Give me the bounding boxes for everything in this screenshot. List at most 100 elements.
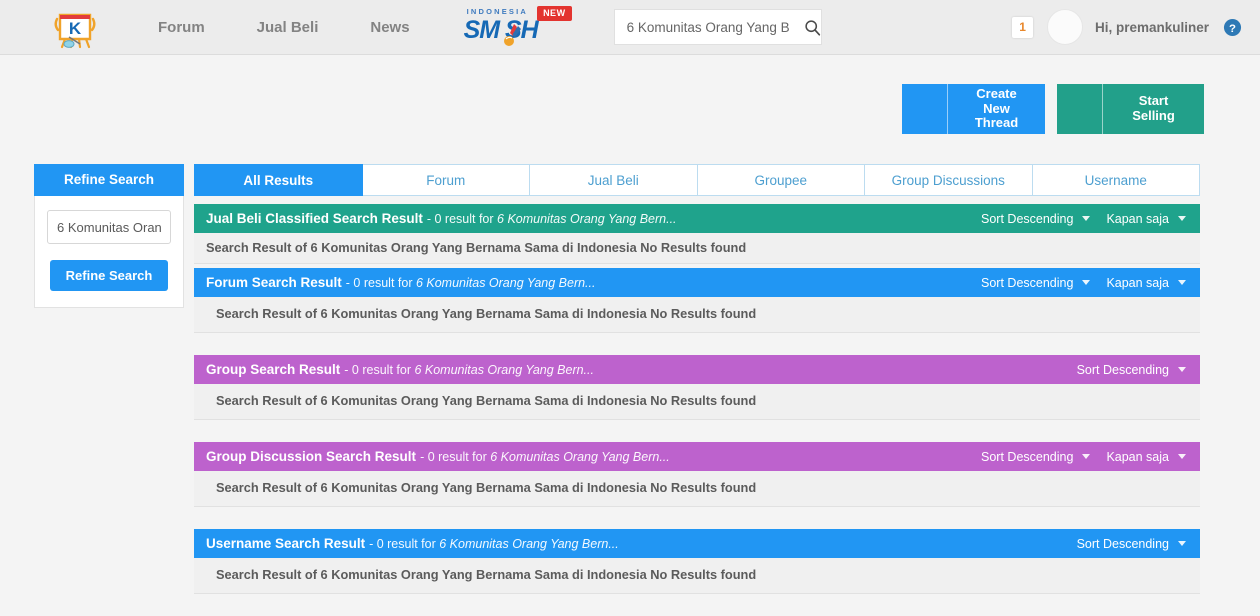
user-greeting[interactable]: Hi, premankuliner: [1095, 20, 1209, 35]
refine-search-header[interactable]: Refine Search: [34, 164, 184, 196]
sort-dropdown-label: Sort Descending: [1076, 362, 1169, 377]
time-filter-dropdown[interactable]: Kapan saja: [1100, 210, 1192, 228]
sort-dropdown-label: Sort Descending: [981, 275, 1074, 290]
time-filter-dropdown[interactable]: Kapan saja: [1100, 448, 1192, 466]
smash-indonesia-label: INDONESIA: [466, 7, 529, 16]
shuttlecock-icon: [503, 24, 521, 46]
tab-group-discussions[interactable]: Group Discussions: [865, 164, 1033, 196]
search-icon[interactable]: [804, 19, 821, 36]
result-body-text: Search Result of 6 Komunitas Orang Yang …: [194, 471, 1200, 507]
result-block: Username Search Result - 0 result for 6 K…: [194, 529, 1200, 594]
result-controls: Sort Descending Kapan saja: [975, 448, 1192, 466]
refine-search-button[interactable]: Refine Search: [49, 260, 169, 291]
chevron-down-icon: [1178, 367, 1186, 372]
result-query-text: 6 Komunitas Orang Yang Bern...: [414, 362, 594, 377]
result-count-prefix: - 0 result for: [426, 211, 498, 226]
result-header: Jual Beli Classified Search Result - 0 re…: [194, 204, 1200, 233]
svg-text:K: K: [69, 19, 82, 38]
time-filter-dropdown[interactable]: Kapan saja: [1100, 274, 1192, 292]
header-search-box[interactable]: [613, 9, 822, 45]
tab-jual-beli[interactable]: Jual Beli: [530, 164, 698, 196]
time-filter-dropdown-label: Kapan saja: [1106, 275, 1169, 290]
result-spacer: [194, 424, 1200, 442]
result-count-prefix: - 0 result for: [420, 449, 491, 464]
result-title: Jual Beli Classified Search Result: [206, 211, 423, 226]
sort-dropdown-label: Sort Descending: [981, 449, 1074, 464]
create-thread-icon: [902, 84, 948, 134]
result-spacer: [194, 337, 1200, 355]
result-query-text: 6 Komunitas Orang Yang Bern...: [490, 449, 670, 464]
result-block: Forum Search Result - 0 result for 6 Komu…: [194, 268, 1200, 333]
result-controls: Sort Descending: [1071, 535, 1192, 553]
chevron-down-icon: [1178, 541, 1186, 546]
sort-dropdown[interactable]: Sort Descending: [975, 274, 1096, 292]
sort-dropdown-label: Sort Descending: [1076, 536, 1169, 551]
sort-dropdown[interactable]: Sort Descending: [975, 448, 1096, 466]
refine-search-body: Refine Search: [34, 196, 184, 308]
result-count-label: - 0 result for 6 Komunitas Orang Yang Be…: [344, 363, 594, 377]
site-header: K Forum Jual Beli News INDONESIA SM SH N…: [0, 0, 1260, 55]
page-body: Refine Search Refine Search All ResultsF…: [0, 164, 1260, 616]
search-results-main: All Results Forum Jual Beli Groupee Group Di…: [194, 164, 1200, 616]
create-thread-label: Create New Thread: [974, 85, 1019, 131]
sort-dropdown[interactable]: Sort Descending: [1071, 535, 1192, 553]
result-count-label: - 0 result for 6 Komunitas Orang Yang Be…: [346, 276, 596, 290]
result-count-label: - 0 result for 6 Komunitas Orang Yang Be…: [369, 537, 619, 551]
chevron-down-icon: [1178, 216, 1186, 221]
result-controls: Sort Descending: [1071, 361, 1192, 379]
time-filter-dropdown-label: Kapan saja: [1106, 211, 1169, 226]
question-mark-icon[interactable]: ?: [1223, 18, 1242, 37]
result-controls: Sort Descending Kapan saja: [975, 210, 1192, 228]
tab-all-results[interactable]: All Results: [194, 164, 363, 196]
result-count-prefix: - 0 result for: [345, 275, 416, 290]
action-buttons: Create New Thread Start Selling: [902, 84, 1204, 134]
result-body-text: Search Result of 6 Komunitas Orang Yang …: [194, 384, 1200, 420]
tab-forum[interactable]: Forum: [362, 164, 530, 196]
result-query-text: 6 Komunitas Orang Yang Bern...: [497, 211, 677, 226]
result-block: Group Search Result - 0 result for 6 Komu…: [194, 355, 1200, 420]
chevron-down-icon: [1178, 454, 1186, 459]
sort-dropdown[interactable]: Sort Descending: [975, 210, 1096, 228]
new-badge: NEW: [537, 6, 572, 21]
result-body-text: Search Result of 6 Komunitas Orang Yang …: [194, 558, 1200, 594]
result-title: Username Search Result: [206, 536, 366, 551]
results-list: Jual Beli Classified Search Result - 0 re…: [194, 204, 1200, 616]
result-count-prefix: - 0 result for: [344, 362, 415, 377]
create-new-thread-button[interactable]: Create New Thread: [902, 84, 1045, 134]
result-block: Group Discussion Search Result - 0 result…: [194, 442, 1200, 507]
refine-search-input[interactable]: [47, 210, 171, 244]
sort-dropdown-label: Sort Descending: [981, 211, 1074, 226]
result-header: Username Search Result - 0 result for 6 K…: [194, 529, 1200, 558]
header-user-area: 1 Hi, premankuliner ?: [1012, 9, 1242, 45]
result-header: Group Search Result - 0 result for 6 Komu…: [194, 355, 1200, 384]
nav-item-forum[interactable]: Forum: [132, 0, 231, 55]
refine-search-sidebar: Refine Search Refine Search: [34, 164, 184, 308]
result-title: Group Discussion Search Result: [206, 449, 417, 464]
result-body-text: Search Result of 6 Komunitas Orang Yang …: [194, 233, 1200, 264]
avatar[interactable]: [1046, 9, 1083, 45]
main-nav: Forum Jual Beli News: [132, 0, 436, 55]
smash-logo-link[interactable]: INDONESIA SM SH NEW: [462, 6, 572, 48]
result-query-text: 6 Komunitas Orang Yang Bern...: [415, 275, 596, 290]
kaskus-logo-icon: K: [54, 13, 96, 49]
nav-item-jual-beli[interactable]: Jual Beli: [231, 0, 345, 55]
result-spacer: [194, 598, 1200, 616]
tab-username[interactable]: Username: [1032, 164, 1200, 196]
result-controls: Sort Descending Kapan saja: [975, 274, 1192, 292]
result-title: Forum Search Result: [206, 275, 342, 290]
chevron-down-icon: [1082, 280, 1091, 285]
nav-item-news[interactable]: News: [344, 0, 435, 55]
result-title: Group Search Result: [206, 362, 341, 377]
result-count-label: - 0 result for 6 Komunitas Orang Yang Be…: [420, 450, 670, 464]
result-count-label: - 0 result for 6 Komunitas Orang Yang Be…: [427, 212, 677, 226]
start-selling-button[interactable]: Start Selling: [1057, 84, 1204, 134]
start-selling-icon: [1057, 84, 1103, 134]
sort-dropdown[interactable]: Sort Descending: [1071, 361, 1192, 379]
results-tabs: All Results Forum Jual Beli Groupee Group Di…: [194, 164, 1200, 196]
search-input[interactable]: [626, 19, 804, 35]
kaskus-logo-link[interactable]: K: [36, 6, 114, 52]
result-block: Jual Beli Classified Search Result - 0 re…: [194, 204, 1200, 264]
tab-groupee[interactable]: Groupee: [697, 164, 865, 196]
time-filter-dropdown-label: Kapan saja: [1106, 449, 1169, 464]
notification-badge[interactable]: 1: [1012, 16, 1033, 38]
